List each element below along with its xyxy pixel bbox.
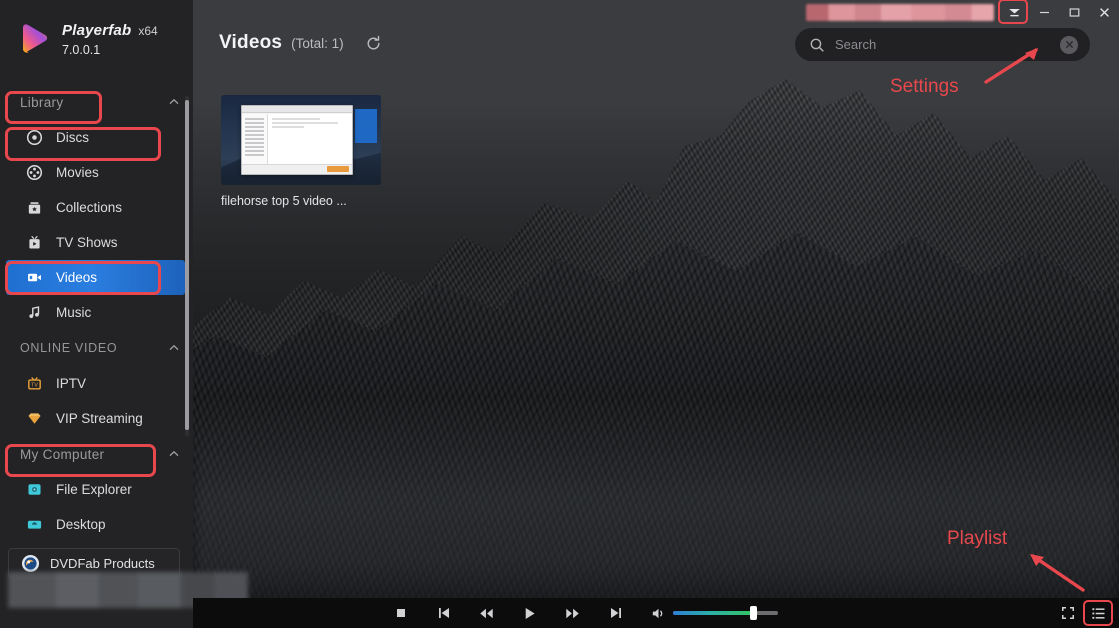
fast-forward-icon bbox=[566, 608, 579, 618]
maximize-button[interactable] bbox=[1059, 0, 1089, 24]
rewind-button[interactable] bbox=[465, 598, 508, 628]
player-right-controls bbox=[1055, 598, 1113, 628]
desktop-icon bbox=[27, 520, 42, 529]
brand-architecture: x64 bbox=[138, 23, 158, 38]
sidebar-group-library[interactable]: Library bbox=[0, 84, 193, 120]
disc-icon bbox=[26, 129, 43, 146]
sidebar-item-label: Music bbox=[56, 305, 92, 320]
sidebar-item-label: Desktop bbox=[56, 517, 106, 532]
svg-text:TV: TV bbox=[31, 383, 38, 389]
stop-icon bbox=[396, 609, 405, 617]
video-title: filehorse top 5 video ... bbox=[221, 194, 347, 208]
sidebar-group-online-video[interactable]: ONLINE VIDEO bbox=[0, 330, 193, 366]
chevron-up-icon bbox=[169, 344, 179, 351]
sidebar-item-music[interactable]: Music bbox=[0, 295, 193, 330]
titlebar bbox=[193, 0, 1119, 24]
sidebar-group-label: ONLINE VIDEO bbox=[20, 341, 118, 355]
sidebar-item-label: TV Shows bbox=[56, 235, 118, 250]
sidebar-item-discs[interactable]: Discs bbox=[0, 120, 193, 155]
sidebar-item-desktop[interactable]: Desktop bbox=[0, 507, 193, 542]
brand-header: Playerfab x64 7.0.0.1 bbox=[0, 0, 193, 80]
sidebar-item-file-explorer[interactable]: File Explorer bbox=[0, 472, 193, 507]
sidebar-item-label: Movies bbox=[56, 165, 99, 180]
transport-controls bbox=[379, 598, 680, 628]
sidebar-item-label: VIP Streaming bbox=[56, 411, 143, 426]
sidebar-group-my-computer[interactable]: My Computer bbox=[0, 436, 193, 472]
sidebar-group-label: My Computer bbox=[20, 446, 105, 462]
search-bar[interactable]: Search bbox=[795, 28, 1090, 61]
sidebar-item-label: Collections bbox=[56, 200, 123, 215]
volume-icon bbox=[652, 608, 663, 618]
chevron-down-settings-icon bbox=[1008, 8, 1020, 16]
sidebar-group-label: Library bbox=[20, 94, 64, 110]
sidebar-item-label: Discs bbox=[56, 130, 89, 145]
playlist-button[interactable] bbox=[1083, 600, 1113, 626]
folder-explorer-icon bbox=[28, 484, 41, 495]
stop-button[interactable] bbox=[379, 598, 422, 628]
sidebar: Playerfab x64 7.0.0.1 Library Discs Movi… bbox=[0, 0, 248, 628]
volume-slider[interactable] bbox=[673, 606, 778, 620]
sidebar-nav: Library Discs Movies Collections TV Show… bbox=[0, 84, 193, 543]
sidebar-scrollbar-thumb[interactable] bbox=[185, 100, 189, 430]
sidebar-item-collections[interactable]: Collections bbox=[0, 190, 193, 225]
thumbnail-side-panel bbox=[355, 109, 377, 143]
chevron-up-icon bbox=[169, 98, 179, 105]
sidebar-item-label: IPTV bbox=[56, 376, 87, 391]
content-header: Videos (Total: 1) Search bbox=[193, 24, 1119, 76]
video-card[interactable]: filehorse top 5 video ... bbox=[221, 95, 381, 208]
tv-icon bbox=[29, 235, 40, 249]
rewind-icon bbox=[480, 608, 493, 618]
skip-previous-icon bbox=[438, 608, 449, 618]
sidebar-item-iptv[interactable]: TV IPTV bbox=[0, 366, 193, 401]
settings-button[interactable] bbox=[998, 0, 1029, 24]
previous-button[interactable] bbox=[422, 598, 465, 628]
fullscreen-icon bbox=[1062, 607, 1074, 619]
play-button[interactable] bbox=[508, 598, 551, 628]
volume-track[interactable] bbox=[673, 606, 778, 620]
collections-icon bbox=[28, 202, 41, 214]
film-reel-icon bbox=[26, 164, 43, 181]
close-circle-icon bbox=[1065, 41, 1073, 48]
music-note-icon bbox=[29, 306, 40, 319]
minimize-button[interactable] bbox=[1029, 0, 1059, 24]
search-input[interactable]: Search bbox=[835, 37, 1050, 52]
player-controls-bar bbox=[193, 598, 1119, 628]
close-button[interactable] bbox=[1089, 0, 1119, 24]
sidebar-item-videos[interactable]: Videos bbox=[6, 260, 185, 295]
redacted-account-label bbox=[806, 3, 994, 21]
brand-version: 7.0.0.1 bbox=[62, 43, 101, 58]
sidebar-item-label: Videos bbox=[56, 270, 98, 285]
vip-diamond-icon bbox=[28, 413, 41, 424]
page-title: Videos bbox=[219, 32, 283, 53]
skip-next-icon bbox=[610, 608, 621, 618]
forward-button[interactable] bbox=[551, 598, 594, 628]
video-thumbnail[interactable] bbox=[221, 95, 381, 185]
sidebar-item-vip-streaming[interactable]: VIP Streaming bbox=[0, 401, 193, 436]
brand-name: Playerfab bbox=[62, 21, 132, 39]
thumbnail-dialog bbox=[241, 105, 353, 175]
video-total-count: (Total: 1) bbox=[291, 36, 344, 51]
refresh-button[interactable] bbox=[365, 35, 382, 57]
iptv-icon: TV bbox=[28, 377, 41, 390]
dvdfab-logo-icon bbox=[21, 554, 40, 573]
playlist-icon bbox=[1091, 607, 1104, 619]
next-button[interactable] bbox=[594, 598, 637, 628]
playerfab-window: Playerfab x64 7.0.0.1 Library Discs Movi… bbox=[0, 0, 1119, 628]
mist-overlay bbox=[193, 398, 1119, 628]
refresh-icon bbox=[367, 35, 380, 50]
fullscreen-button[interactable] bbox=[1055, 598, 1081, 628]
sidebar-item-tv-shows[interactable]: TV Shows bbox=[0, 225, 193, 260]
volume-knob[interactable] bbox=[749, 606, 757, 620]
chevron-up-icon bbox=[169, 450, 179, 457]
sidebar-item-movies[interactable]: Movies bbox=[0, 155, 193, 190]
video-camera-icon bbox=[28, 273, 41, 282]
play-icon bbox=[525, 607, 535, 619]
volume-fill bbox=[673, 611, 753, 615]
search-icon bbox=[810, 38, 824, 52]
playerfab-logo-icon bbox=[14, 21, 52, 59]
dvdfab-products-label: DVDFab Products bbox=[50, 556, 155, 571]
sidebar-item-label: File Explorer bbox=[56, 482, 132, 497]
search-clear-button[interactable] bbox=[1060, 35, 1078, 54]
